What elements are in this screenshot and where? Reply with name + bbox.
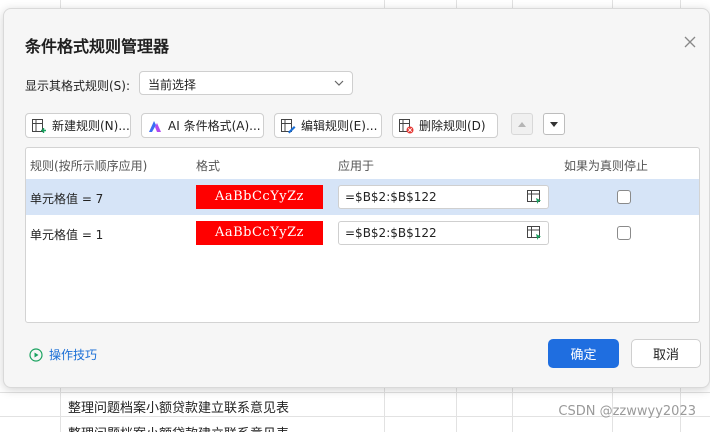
format-preview: AaBbCcYyZz	[196, 185, 323, 209]
column-header-rule: 规则(按所示顺序应用)	[30, 159, 148, 173]
stop-if-true-checkbox[interactable]	[617, 190, 631, 204]
applies-to-value: =$B$2:$B$122	[345, 190, 437, 204]
show-rules-value: 当前选择	[148, 78, 197, 92]
delete-rule-button[interactable]: 删除规则(D)	[392, 113, 498, 138]
rule-condition: 单元格值 = 1	[30, 228, 104, 242]
edit-rule-button[interactable]: 编辑规则(E)...	[274, 113, 382, 138]
play-circle-icon	[29, 347, 43, 362]
format-preview: AaBbCcYyZz	[196, 221, 323, 245]
conditional-format-rules-dialog: 条件格式规则管理器 显示其格式规则(S): 当前选择 新建规则(N)... AI…	[3, 8, 710, 388]
range-picker-icon[interactable]	[526, 189, 542, 205]
column-header-format: 格式	[196, 159, 221, 173]
ok-button[interactable]: 确定	[548, 339, 619, 368]
rule-row[interactable]: 单元格值 = 7 AaBbCcYyZz =$B$2:$B$122	[26, 179, 699, 215]
rules-table: 规则(按所示顺序应用) 格式 应用于 如果为真则停止 单元格值 = 7 AaBb…	[25, 147, 700, 323]
show-rules-select[interactable]: 当前选择	[139, 71, 353, 95]
edit-rule-label: 编辑规则(E)...	[301, 119, 378, 133]
edit-rule-icon	[280, 118, 296, 134]
sheet-cell-text: 整理问题档案小额贷款建立联系意见表	[68, 401, 290, 416]
applies-to-value: =$B$2:$B$122	[345, 226, 437, 240]
triangle-down-icon	[550, 121, 558, 127]
sheet-row[interactable]: 整理问题档案小额贷款建立联系意见表	[0, 419, 710, 432]
chevron-down-icon	[334, 80, 344, 86]
stop-if-true-checkbox[interactable]	[617, 226, 631, 240]
sheet-cell-text: 整理问题档案小额贷款建立联系意见表	[68, 423, 289, 432]
close-button[interactable]	[683, 35, 697, 49]
applies-to-input[interactable]: =$B$2:$B$122	[338, 185, 549, 209]
show-rules-label: 显示其格式规则(S):	[25, 79, 131, 93]
rules-table-header: 规则(按所示顺序应用) 格式 应用于 如果为真则停止	[26, 148, 699, 179]
delete-rule-icon	[398, 118, 414, 134]
new-rule-icon	[31, 118, 47, 134]
watermark: CSDN @zzwwyy2023	[558, 404, 696, 419]
tips-label: 操作技巧	[49, 348, 98, 362]
range-picker-icon[interactable]	[526, 225, 542, 241]
column-header-applies-to: 应用于	[338, 159, 375, 173]
move-down-button[interactable]	[543, 113, 565, 135]
tips-link[interactable]: 操作技巧	[29, 346, 97, 363]
column-header-stop-if-true: 如果为真则停止	[564, 159, 649, 173]
move-up-button[interactable]	[511, 113, 533, 135]
dialog-title: 条件格式规则管理器	[25, 37, 170, 56]
new-rule-label: 新建规则(N)...	[52, 119, 130, 133]
applies-to-input[interactable]: =$B$2:$B$122	[338, 221, 549, 245]
delete-rule-label: 删除规则(D)	[419, 119, 486, 133]
triangle-up-icon	[518, 121, 526, 127]
rule-row[interactable]: 单元格值 = 1 AaBbCcYyZz =$B$2:$B$122	[26, 215, 699, 251]
cancel-button[interactable]: 取消	[631, 339, 701, 368]
ai-format-label: AI 条件格式(A)...	[168, 119, 261, 133]
close-icon	[683, 35, 697, 49]
ai-icon	[147, 118, 163, 134]
rule-condition: 单元格值 = 7	[30, 192, 104, 206]
new-rule-button[interactable]: 新建规则(N)...	[25, 113, 131, 138]
ai-format-button[interactable]: AI 条件格式(A)...	[141, 113, 264, 138]
